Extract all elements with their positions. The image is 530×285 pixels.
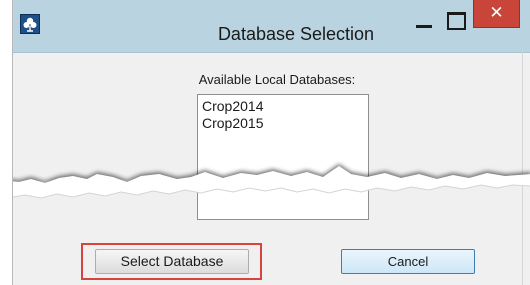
select-database-button[interactable]: Select Database [95, 249, 249, 274]
maximize-button[interactable] [443, 8, 469, 32]
databases-list-label: Available Local Databases: [198, 72, 356, 87]
cancel-button[interactable]: Cancel [341, 249, 475, 274]
close-button[interactable]: ✕ [473, 0, 520, 28]
list-item[interactable]: Crop2014 [202, 98, 364, 115]
torn-edge-divider [13, 164, 530, 199]
database-selection-dialog: Database Selection ✕ Available Local Dat… [12, 0, 530, 285]
title-bar[interactable]: Database Selection ✕ [13, 0, 530, 53]
minimize-button[interactable] [411, 8, 437, 32]
list-item[interactable]: Crop2015 [202, 115, 364, 132]
